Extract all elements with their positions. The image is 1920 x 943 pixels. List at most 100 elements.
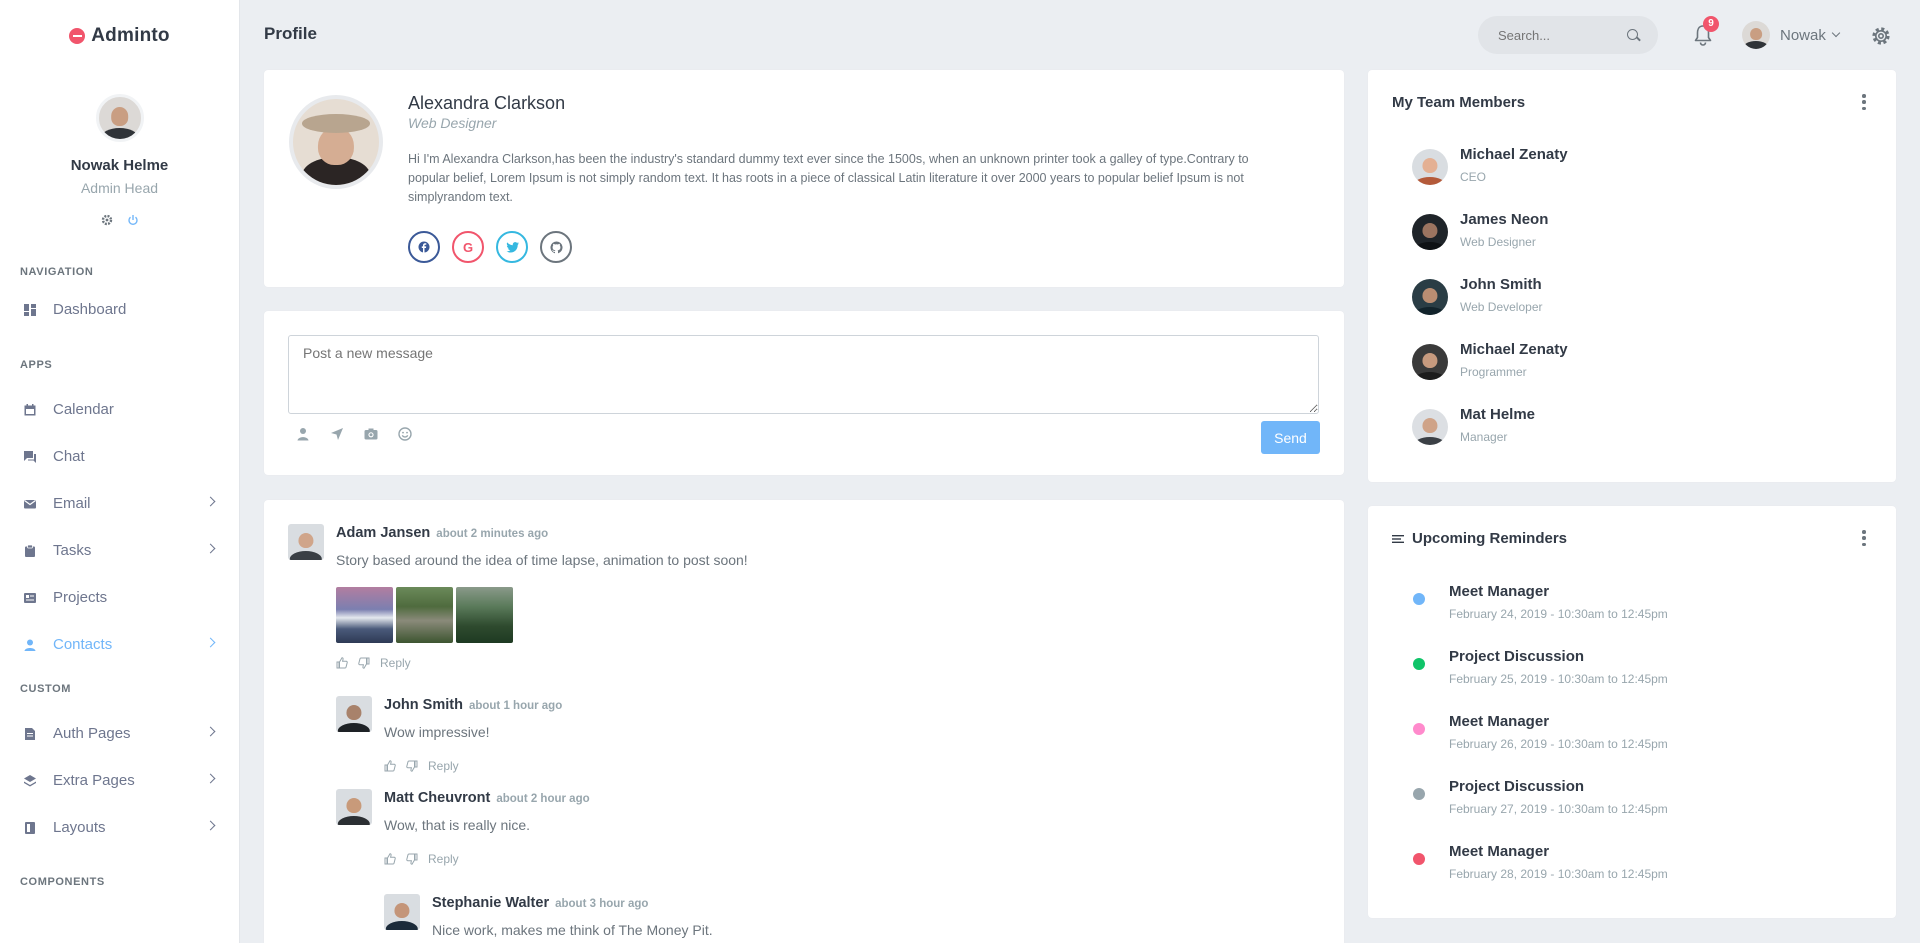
- sidebar-user-role: Admin Head: [80, 180, 159, 196]
- reminder-title: Meet Manager: [1449, 843, 1550, 860]
- brand-logo[interactable]: Adminto: [0, 0, 239, 72]
- comment-author: John Smith about 1 hour ago: [384, 697, 562, 713]
- comment-author-name[interactable]: Stephanie Walter: [432, 895, 549, 911]
- hat-icon: [301, 114, 371, 134]
- camera-icon[interactable]: [364, 427, 378, 441]
- status-dot: [1413, 723, 1425, 735]
- google-icon[interactable]: G: [452, 231, 484, 263]
- thumbs-down-icon[interactable]: [358, 657, 370, 669]
- photo-thumbnail[interactable]: [456, 587, 513, 643]
- dashboard-icon: [24, 303, 36, 316]
- reply-link[interactable]: Reply: [428, 759, 459, 773]
- sidebar-item-label: Email: [53, 495, 91, 512]
- topbar: Profile 9 Nowak: [240, 0, 1920, 70]
- comments-card: Adam Jansen about 2 minutes ago Story bas…: [264, 500, 1344, 943]
- comment-author-name[interactable]: Matt Cheuvront: [384, 790, 490, 806]
- avatar: [1412, 214, 1448, 250]
- thumbs-down-icon[interactable]: [406, 760, 418, 772]
- more-vertical-icon[interactable]: [1862, 530, 1866, 546]
- layout-icon: [25, 821, 35, 834]
- thumbs-down-icon[interactable]: [406, 853, 418, 865]
- twitter-icon[interactable]: [496, 231, 528, 263]
- sidebar-user-name[interactable]: Nowak Helme: [0, 157, 239, 174]
- card-header: Upcoming Reminders: [1392, 530, 1567, 547]
- sidebar-item-label: Dashboard: [53, 301, 127, 318]
- reminder-date: February 28, 2019 - 10:30am to 12:45pm: [1449, 867, 1668, 881]
- search-icon[interactable]: [1627, 29, 1638, 40]
- smile-icon[interactable]: [398, 427, 412, 441]
- thumbs-up-icon[interactable]: [384, 853, 396, 865]
- nav-section-title: Apps: [20, 359, 53, 371]
- sidebar-user-avatar[interactable]: [95, 94, 144, 142]
- sidebar-item-label: Layouts: [53, 819, 106, 836]
- member-name: Michael Zenaty: [1460, 341, 1568, 358]
- member-name: Mat Helme: [1460, 406, 1536, 423]
- sidebar-item-layouts[interactable]: Layouts: [0, 804, 240, 851]
- card-title: My Team Members: [1392, 94, 1526, 111]
- notes-icon: [1392, 534, 1404, 543]
- sidebar-menu: Navigation Dashboard Apps Calendar Chat …: [0, 263, 240, 891]
- facebook-glyph: [418, 241, 430, 253]
- sidebar-item-label: Chat: [53, 448, 85, 465]
- chevron-right-icon: [205, 820, 216, 831]
- member-role: Web Designer: [1460, 235, 1536, 249]
- reply-link[interactable]: Reply: [428, 852, 459, 866]
- comment-avatar: [384, 894, 420, 930]
- twitter-glyph: [505, 241, 519, 252]
- sidebar-item-auth-pages[interactable]: Auth Pages: [0, 710, 240, 757]
- photo-thumbnail[interactable]: [396, 587, 453, 643]
- sidebar-item-label: Calendar: [53, 401, 114, 418]
- thumbs-up-icon[interactable]: [384, 760, 396, 772]
- message-textarea[interactable]: [288, 335, 1319, 414]
- comment-photos: [336, 587, 513, 643]
- sidebar-item-label: Auth Pages: [53, 725, 131, 742]
- sidebar-item-chat[interactable]: Chat: [0, 433, 240, 480]
- comment-author-name[interactable]: John Smith: [384, 697, 463, 713]
- facebook-icon[interactable]: [408, 231, 440, 263]
- user-menu[interactable]: Nowak: [1742, 21, 1841, 49]
- thumbs-up-icon[interactable]: [336, 657, 348, 669]
- comment-time: about 1 hour ago: [468, 700, 563, 712]
- search-input[interactable]: [1478, 16, 1618, 54]
- comment-text: Wow, that is really nice.: [384, 817, 531, 833]
- member-name: John Smith: [1460, 276, 1542, 293]
- member-role: CEO: [1460, 170, 1487, 184]
- google-glyph: G: [462, 239, 474, 255]
- sidebar-item-extra-pages[interactable]: Extra Pages: [0, 757, 240, 804]
- sidebar-item-projects[interactable]: Projects: [0, 574, 240, 621]
- comment-author-name[interactable]: Adam Jansen: [336, 525, 430, 541]
- member-role: Programmer: [1460, 365, 1527, 379]
- avatar: [1412, 409, 1448, 445]
- reminders-card: Upcoming Reminders Meet Manager February…: [1368, 506, 1896, 918]
- settings-icon[interactable]: [101, 214, 113, 226]
- chevron-down-icon: [1831, 28, 1841, 38]
- sidebar-item-tasks[interactable]: Tasks: [0, 527, 240, 574]
- contacts-icon: [24, 639, 36, 651]
- sidebar-item-contacts[interactable]: Contacts: [0, 621, 240, 668]
- location-arrow-icon[interactable]: [330, 427, 344, 441]
- nav-section-title: Custom: [20, 683, 72, 695]
- comment-actions: Reply: [384, 759, 459, 773]
- comment-time: about 2 hour ago: [496, 793, 590, 805]
- status-dot: [1413, 788, 1425, 800]
- reply-link[interactable]: Reply: [380, 656, 411, 670]
- power-icon[interactable]: [127, 214, 139, 226]
- photo-thumbnail[interactable]: [336, 587, 393, 643]
- avatar: [1412, 279, 1448, 315]
- brand-name: Adminto: [91, 25, 170, 46]
- sidebar-item-label: Contacts: [53, 636, 113, 653]
- sidebar-user-box: Nowak Helme Admin Head: [0, 72, 239, 226]
- send-button[interactable]: Send: [1261, 421, 1320, 454]
- sidebar-item-email[interactable]: Email: [0, 480, 240, 527]
- comment-actions: Reply: [384, 852, 459, 866]
- sidebar-item-calendar[interactable]: Calendar: [0, 386, 240, 433]
- more-vertical-icon[interactable]: [1862, 94, 1866, 110]
- clipboard-icon: [25, 544, 35, 557]
- gear-icon[interactable]: [1870, 25, 1892, 47]
- sidebar-user-actions: [0, 214, 239, 226]
- chevron-right-icon: [205, 726, 216, 737]
- user-icon[interactable]: [296, 427, 310, 441]
- sidebar-item-dashboard[interactable]: Dashboard: [0, 286, 240, 333]
- github-icon[interactable]: [540, 231, 572, 263]
- sidebar-item-label: Tasks: [53, 542, 92, 559]
